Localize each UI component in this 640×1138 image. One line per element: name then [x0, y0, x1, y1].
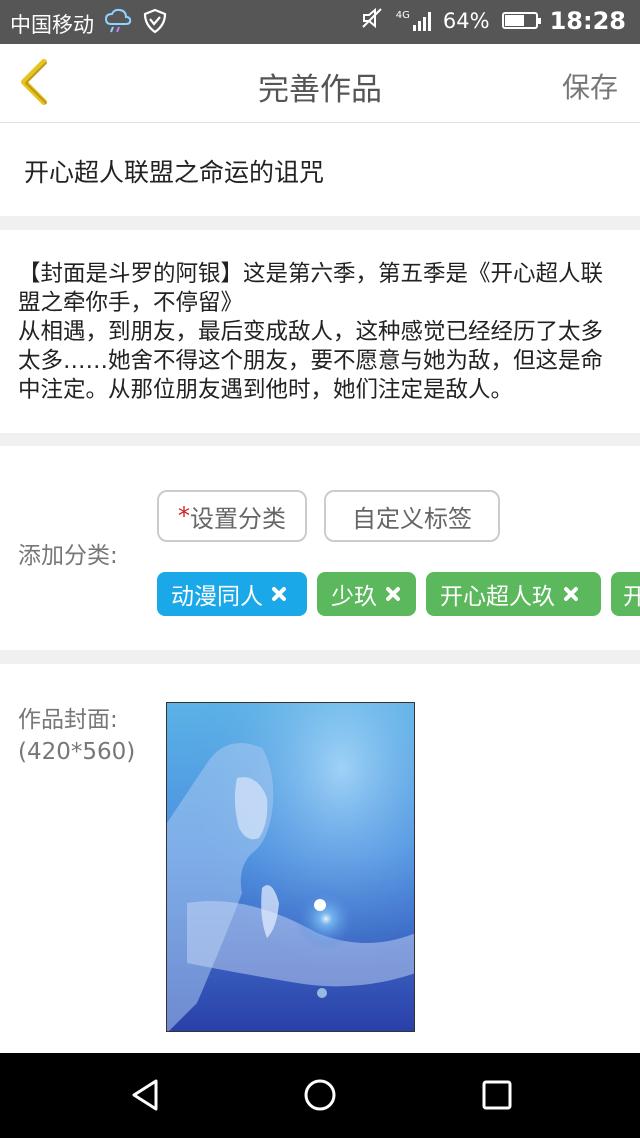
description-field[interactable]: 【封面是斗罗的阿银】这是第六季，第五季是《开心超人联盟之牵你手，不停留》 从相遇… — [18, 260, 624, 405]
work-title-field[interactable]: 开心超人联盟之命运的诅咒 — [24, 153, 324, 189]
work-title-section: 开心超人联盟之命运的诅咒 — [0, 123, 640, 216]
tag-label: 开 — [623, 584, 640, 610]
speaker-off-icon — [360, 6, 384, 35]
tag-label: 开心超人玖 — [440, 584, 555, 610]
custom-tag-button[interactable]: 自定义标签 — [324, 490, 500, 542]
battery-fill — [504, 15, 524, 26]
carrier-name: 中国移动 — [10, 12, 94, 37]
tag-chip[interactable]: 开心超人玖 — [426, 572, 601, 616]
tag-list: 动漫同人 少玖 开心超人玖 开 — [157, 572, 640, 616]
battery-percent: 64% — [442, 8, 490, 33]
tag-label: 动漫同人 — [171, 584, 263, 610]
cover-artwork — [167, 703, 414, 1031]
tag-label: 少玖 — [331, 584, 377, 610]
signal-icon: 4G — [395, 9, 431, 31]
tag-chip[interactable]: 开 — [611, 572, 640, 616]
system-nav-bar — [0, 1053, 640, 1138]
network-type: 4G — [395, 9, 410, 21]
category-section: * 设置分类 自定义标签 添加分类: 动漫同人 少玖 开心超人玖 开 — [0, 446, 640, 650]
required-mark: * — [178, 502, 190, 530]
remove-tag-icon[interactable] — [271, 586, 287, 602]
square-recent-icon[interactable] — [477, 1075, 517, 1115]
page-title: 完善作品 — [258, 72, 382, 108]
tag-chip[interactable]: 少玖 — [317, 572, 416, 616]
description-section: 【封面是斗罗的阿银】这是第六季，第五季是《开心超人联盟之牵你手，不停留》 从相遇… — [0, 230, 640, 433]
save-button[interactable]: 保存 — [562, 66, 618, 106]
shield-check-icon — [142, 8, 168, 39]
battery-icon — [501, 12, 541, 29]
tag-chip[interactable]: 动漫同人 — [157, 572, 307, 616]
clock: 18:28 — [549, 6, 626, 35]
cover-label-text: 作品封面: — [18, 707, 118, 733]
category-label: 添加分类: — [18, 543, 118, 569]
triangle-back-icon[interactable] — [126, 1075, 166, 1115]
custom-tag-label: 自定义标签 — [352, 504, 472, 533]
app-header: 完善作品 保存 — [0, 44, 640, 123]
set-category-button[interactable]: * 设置分类 — [157, 490, 307, 542]
cover-image[interactable] — [166, 702, 415, 1032]
circle-home-icon[interactable] — [300, 1075, 340, 1115]
cloud-rain-icon — [104, 8, 132, 39]
remove-tag-icon[interactable] — [563, 586, 579, 602]
cover-size-hint: (420*560) — [18, 739, 136, 765]
remove-tag-icon[interactable] — [385, 586, 401, 602]
cover-section: 作品封面: (420*560) — [0, 664, 640, 1053]
set-category-label: 设置分类 — [190, 504, 286, 533]
status-bar: 中国移动 4G 64% 18:28 — [0, 0, 640, 44]
cover-label: 作品封面: (420*560) — [18, 704, 135, 768]
